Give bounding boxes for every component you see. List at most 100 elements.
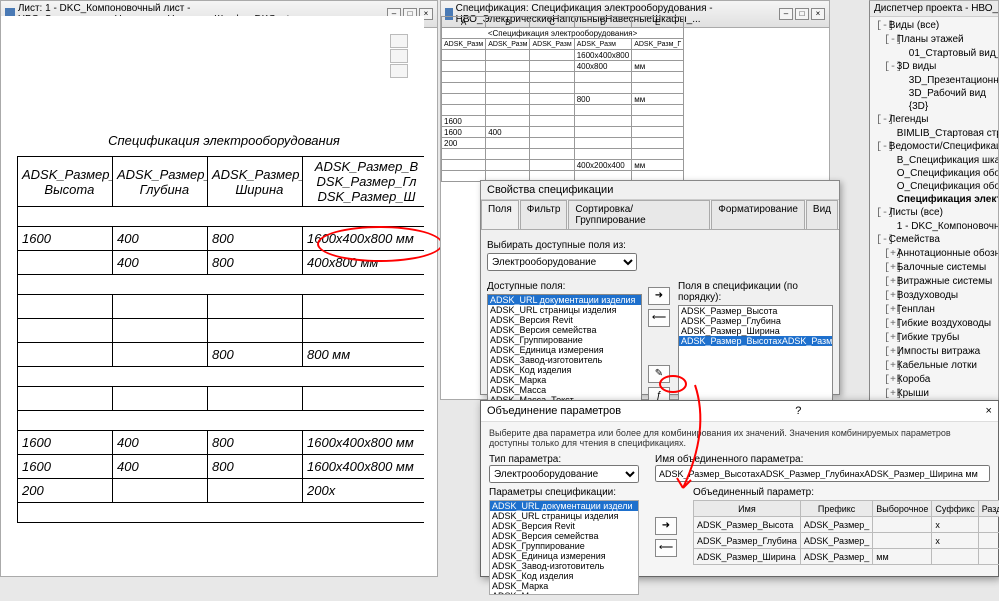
browser-node[interactable]: Спецификация электроо xyxy=(870,193,998,206)
browser-node[interactable]: [+] Кабельные лотки xyxy=(870,359,998,373)
spec-param-item[interactable]: ADSK_URL страницы изделия xyxy=(490,511,638,521)
schedule-cell: 800 xyxy=(208,251,303,275)
tab-Сортировка/Группирование[interactable]: Сортировка/Группирование xyxy=(568,200,710,229)
available-field-item[interactable]: ADSK_Завод-изготовитель xyxy=(488,355,641,365)
available-field-item[interactable]: ADSK_Марка xyxy=(488,375,641,385)
tab-Поля[interactable]: Поля xyxy=(481,200,519,229)
browser-node[interactable]: [+] Генплан xyxy=(870,303,998,317)
schedule-field-item[interactable]: ADSK_Размер_Ширина xyxy=(679,326,832,336)
combined-cell[interactable] xyxy=(978,533,999,549)
browser-node[interactable]: [-] Легенды xyxy=(870,113,998,127)
available-field-item[interactable]: ADSK_Единица измерения xyxy=(488,345,641,355)
available-field-item[interactable]: ADSK_Код изделия xyxy=(488,365,641,375)
browser-node[interactable]: [-] Семейства xyxy=(870,233,998,247)
browser-node[interactable]: [+] Короба xyxy=(870,373,998,387)
browser-node[interactable]: 3D_Рабочий вид xyxy=(870,87,998,100)
schedule-cell: 200 xyxy=(18,479,113,503)
browser-node[interactable]: [+] Витражные системы xyxy=(870,275,998,289)
available-fields-list[interactable]: ADSK_URL документации изделияADSK_URL ст… xyxy=(487,294,642,409)
browser-node[interactable]: О_Спецификация оборуд xyxy=(870,180,998,193)
schedule-cell: 1600 xyxy=(18,455,113,479)
tab-Фильтр[interactable]: Фильтр xyxy=(520,200,568,229)
spec-param-item[interactable]: ADSK_Единица измерения xyxy=(490,551,638,561)
browser-node[interactable]: 3D_Презентационный в xyxy=(870,74,998,87)
combined-cell[interactable] xyxy=(978,549,999,565)
schedule-cell: 1600 xyxy=(18,227,113,251)
add-field-button[interactable]: ➜ xyxy=(648,287,670,305)
combined-cell[interactable]: x xyxy=(932,533,978,549)
combined-name-input[interactable] xyxy=(655,465,990,482)
spec-params-list[interactable]: ADSK_URL документации изделиADSK_URL стр… xyxy=(489,500,639,595)
schedule-field-item[interactable]: ADSK_Размер_ВысотахADSK_Размер_Гл xyxy=(679,336,832,346)
browser-node[interactable]: [-] Листы (все) xyxy=(870,206,998,220)
combined-cell[interactable]: ADSK_Размер_Высота xyxy=(694,517,801,533)
new-param-button[interactable]: ✎ xyxy=(648,365,670,383)
available-field-item[interactable]: ADSK_Группирование xyxy=(488,335,641,345)
browser-node[interactable]: [+] Гибкие трубы xyxy=(870,331,998,345)
browser-node[interactable]: 01_Стартовый вид_Плос xyxy=(870,47,998,60)
schedule-cell: 1600x400x800 мм xyxy=(303,455,425,479)
schedule-field-item[interactable]: ADSK_Размер_Глубина xyxy=(679,316,832,326)
col-header-depth: ADSK_Размер_ Глубина xyxy=(113,157,208,207)
combined-cell[interactable]: ADSK_Размер_ xyxy=(800,533,872,549)
help-button[interactable]: ? xyxy=(795,405,801,417)
browser-node[interactable]: [+] Аннотационные обозна xyxy=(870,247,998,261)
schedule-cell xyxy=(113,319,208,343)
nav-pan-button[interactable] xyxy=(390,49,408,63)
tab-Вид[interactable]: Вид xyxy=(806,200,838,229)
nav-wheel-button[interactable] xyxy=(390,34,408,48)
param-type-select[interactable]: Электрооборудование xyxy=(489,465,639,483)
combined-cell[interactable]: ADSK_Размер_Глубина xyxy=(694,533,801,549)
combined-cell[interactable]: мм xyxy=(873,549,932,565)
available-field-item[interactable]: ADSK_Масса xyxy=(488,385,641,395)
spec-param-item[interactable]: ADSK_Версия семейства xyxy=(490,531,638,541)
browser-node[interactable]: О_Спецификация оборуд xyxy=(870,167,998,180)
combined-cell[interactable] xyxy=(873,517,932,533)
browser-node[interactable]: [-] 3D виды xyxy=(870,60,998,74)
combined-cell[interactable]: ADSK_Размер_Ширина xyxy=(694,549,801,565)
remove-field-button[interactable]: ⟵ xyxy=(648,309,670,327)
spec-param-item[interactable]: ADSK_Код изделия xyxy=(490,571,638,581)
spec-param-item[interactable]: ADSK_URL документации издели xyxy=(490,501,638,511)
browser-node[interactable]: [+] Воздуховоды xyxy=(870,289,998,303)
tab-Форматирование[interactable]: Форматирование xyxy=(711,200,805,229)
combined-header: Имя xyxy=(694,501,801,517)
browser-node[interactable]: [-] Виды (все) xyxy=(870,19,998,33)
available-field-item[interactable]: ADSK_URL страницы изделия xyxy=(488,305,641,315)
close-button[interactable]: × xyxy=(986,405,992,417)
browser-node[interactable]: В_Спецификация шкафов xyxy=(870,154,998,167)
nav-bar xyxy=(390,34,408,79)
browser-node[interactable]: {3D} xyxy=(870,100,998,113)
schedule-cell: 800 мм xyxy=(303,343,425,367)
combined-cell[interactable]: ADSK_Размер_ xyxy=(800,517,872,533)
spec-param-item[interactable]: ADSK_Версия Revit xyxy=(490,521,638,531)
browser-node[interactable]: [+] Крыши xyxy=(870,387,998,401)
browser-node[interactable]: [+] Гибкие воздуховоды xyxy=(870,317,998,331)
browser-node[interactable]: [-] Планы этажей xyxy=(870,33,998,47)
spec-param-item[interactable]: ADSK_Масса xyxy=(490,591,638,595)
remove-param-button[interactable]: ⟵ xyxy=(655,539,677,557)
combined-cell[interactable]: x xyxy=(932,517,978,533)
browser-node[interactable]: [+] Балочные системы xyxy=(870,261,998,275)
discipline-select[interactable]: Электрооборудование xyxy=(487,253,637,271)
available-field-item[interactable]: ADSK_Версия Revit xyxy=(488,315,641,325)
sheet-canvas[interactable]: Спецификация электрооборудования ADSK_Ра… xyxy=(1,16,424,576)
combined-cell[interactable] xyxy=(873,533,932,549)
combined-header: Суффикс xyxy=(932,501,978,517)
combined-cell[interactable] xyxy=(978,517,999,533)
add-param-button[interactable]: ➜ xyxy=(655,517,677,535)
browser-node[interactable]: [-] Ведомости/Спецификации xyxy=(870,140,998,154)
schedule-cell: 1600x400x800 мм xyxy=(303,431,425,455)
nav-zoom-button[interactable] xyxy=(390,64,408,78)
spec-param-item[interactable]: ADSK_Завод-изготовитель xyxy=(490,561,638,571)
combined-cell[interactable]: ADSK_Размер_ xyxy=(800,549,872,565)
combined-cell[interactable] xyxy=(932,549,978,565)
browser-node[interactable]: BIMLIB_Стартовая страни xyxy=(870,127,998,140)
available-field-item[interactable]: ADSK_URL документации изделия xyxy=(488,295,641,305)
schedule-field-item[interactable]: ADSK_Размер_Высота xyxy=(679,306,832,316)
spec-param-item[interactable]: ADSK_Марка xyxy=(490,581,638,591)
spec-param-item[interactable]: ADSK_Группирование xyxy=(490,541,638,551)
available-field-item[interactable]: ADSK_Версия семейства xyxy=(488,325,641,335)
browser-node[interactable]: [+] Импосты витража xyxy=(870,345,998,359)
browser-node[interactable]: 1 - DKC_Компоновочный л xyxy=(870,220,998,233)
